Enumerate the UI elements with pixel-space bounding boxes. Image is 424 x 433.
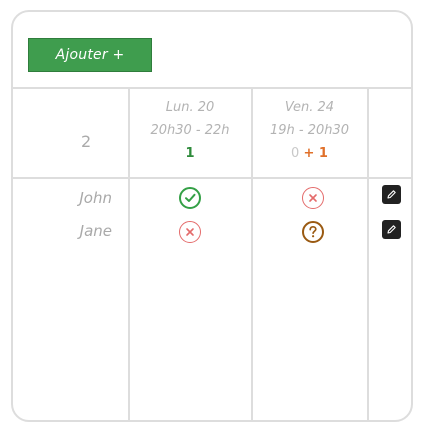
participant-name: Jane: [79, 222, 112, 240]
column-date: Lun. 20: [165, 100, 215, 115]
edit-jane-button[interactable]: [382, 220, 401, 239]
yes-count: 1: [185, 146, 195, 161]
no-icon: [302, 187, 324, 209]
pencil-icon: [387, 190, 396, 199]
column-header-1: Lun. 20 20h30 - 22h 1: [130, 96, 250, 165]
maybe-count: + 1: [303, 146, 328, 161]
column-divider-3: [367, 88, 369, 421]
column-header-2: Ven. 24 19h - 20h30 0 + 1: [253, 96, 366, 165]
maybe-icon: [302, 221, 324, 243]
participants-count: 2: [81, 132, 92, 151]
participant-name: John: [79, 189, 112, 207]
rows-divider: [12, 177, 412, 179]
yes-count: 0: [291, 146, 300, 161]
add-button[interactable]: Ajouter +: [28, 38, 152, 72]
edit-john-button[interactable]: [382, 185, 401, 204]
column-date: Ven. 24: [284, 100, 335, 115]
yes-icon: [179, 187, 201, 209]
column-time: 20h30 - 22h: [150, 123, 230, 138]
header-divider: [12, 87, 412, 89]
no-icon: [179, 221, 201, 243]
pencil-icon: [387, 225, 396, 234]
column-time: 19h - 20h30: [269, 123, 350, 138]
